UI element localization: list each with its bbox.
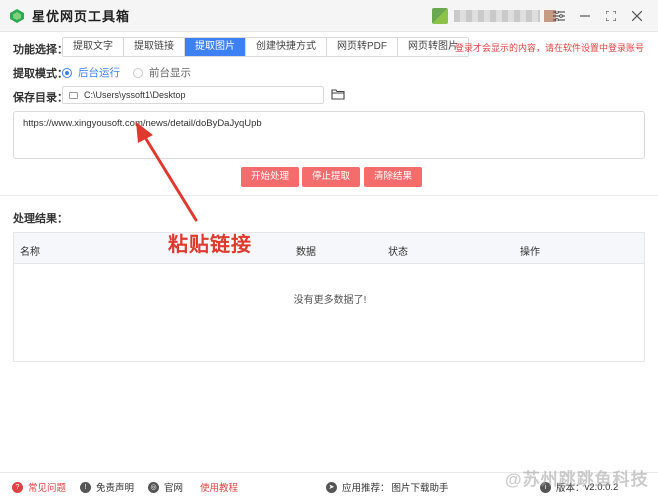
maximize-icon[interactable] — [598, 6, 624, 26]
minimize-icon[interactable] — [572, 6, 598, 26]
website-label: 官网 — [164, 483, 184, 494]
watermark-text: @苏州跳跳鱼科技 — [505, 470, 649, 489]
column-action-header: 操作 — [520, 247, 540, 258]
folder-icon[interactable] — [331, 88, 345, 100]
save-dir-field[interactable]: C:\Users\yssoft1\Desktop — [62, 86, 324, 104]
settings-menu-icon[interactable] — [546, 6, 572, 26]
radio-foreground-display[interactable]: 前台显示 — [133, 65, 191, 80]
recommend-icon: ➤ — [326, 481, 337, 493]
column-status-header: 状态 — [388, 247, 408, 258]
column-data-header: 数据 — [296, 247, 316, 258]
column-name-header: 名称 — [20, 247, 40, 258]
title-bar: 星优网页工具箱 — [0, 0, 658, 32]
clear-results-button[interactable]: 清除结果 — [364, 167, 423, 187]
table-header: 名称 数据 状态 操作 — [14, 233, 644, 264]
results-table: 名称 数据 状态 操作 没有更多数据了! — [13, 232, 645, 362]
faq-label: 常见问题 — [28, 483, 67, 494]
recommend-app-name: 图片下载助手 — [391, 483, 449, 494]
window-controls — [546, 6, 650, 26]
tab-create-shortcut[interactable]: 创建快捷方式 — [246, 38, 327, 56]
folder-small-icon — [69, 91, 78, 99]
tab-extract-images[interactable]: 提取图片 — [185, 38, 246, 56]
save-dir-label: 保存目录： — [13, 92, 68, 104]
url-input[interactable]: https://www.xingyousoft.com/news/detail/… — [13, 111, 645, 159]
tutorial-label: 使用教程 — [200, 483, 239, 494]
tab-extract-text[interactable]: 提取文字 — [63, 38, 124, 56]
annotation-label: 粘贴链接 — [168, 234, 252, 256]
app-logo-icon — [10, 8, 24, 23]
empty-state-text: 没有更多数据了! — [293, 295, 367, 306]
recommend-label: 应用推荐： — [342, 483, 390, 494]
user-name-redacted — [454, 10, 540, 22]
app-recommend[interactable]: ➤ 应用推荐： 图片下载助手 — [326, 480, 449, 494]
disclaimer-link[interactable]: ! 免责声明 — [80, 480, 134, 494]
radio-label: 前台显示 — [149, 67, 191, 79]
start-process-button[interactable]: 开始处理 — [241, 167, 300, 187]
url-input-value: https://www.xingyousoft.com/news/detail/… — [23, 118, 262, 129]
save-dir-path: C:\Users\yssoft1\Desktop — [84, 90, 186, 100]
avatar — [432, 8, 448, 24]
globe-icon: ◎ — [148, 481, 159, 493]
disclaimer-label: 免责声明 — [96, 483, 135, 494]
app-title: 星优网页工具箱 — [32, 9, 131, 24]
stop-extract-button[interactable]: 停止提取 — [302, 167, 361, 187]
tab-extract-links[interactable]: 提取链接 — [124, 38, 185, 56]
close-icon[interactable] — [624, 6, 650, 26]
radio-label: 后台运行 — [78, 67, 120, 79]
radio-background-run[interactable]: 后台运行 — [62, 65, 120, 80]
radio-unchecked-icon — [133, 67, 143, 78]
website-link[interactable]: ◎ 官网 — [148, 480, 183, 494]
function-label: 功能选择： — [13, 44, 68, 56]
login-notice: 登录才会显示的内容，请在软件设置中登录账号 — [454, 43, 644, 53]
question-icon: ? — [12, 481, 23, 493]
mode-label: 提取模式： — [13, 68, 68, 80]
tab-web-to-pdf[interactable]: 网页转PDF — [327, 38, 398, 56]
function-tabs: 提取文字 提取链接 提取图片 创建快捷方式 网页转PDF 网页转图片 — [62, 37, 469, 57]
faq-link[interactable]: ? 常见问题 — [12, 480, 66, 494]
tutorial-link[interactable]: 使用教程 — [200, 480, 238, 494]
shield-icon: ! — [80, 481, 91, 493]
user-account[interactable] — [432, 8, 556, 24]
radio-checked-icon — [62, 67, 72, 78]
divider — [0, 195, 658, 196]
results-label: 处理结果： — [13, 213, 68, 225]
